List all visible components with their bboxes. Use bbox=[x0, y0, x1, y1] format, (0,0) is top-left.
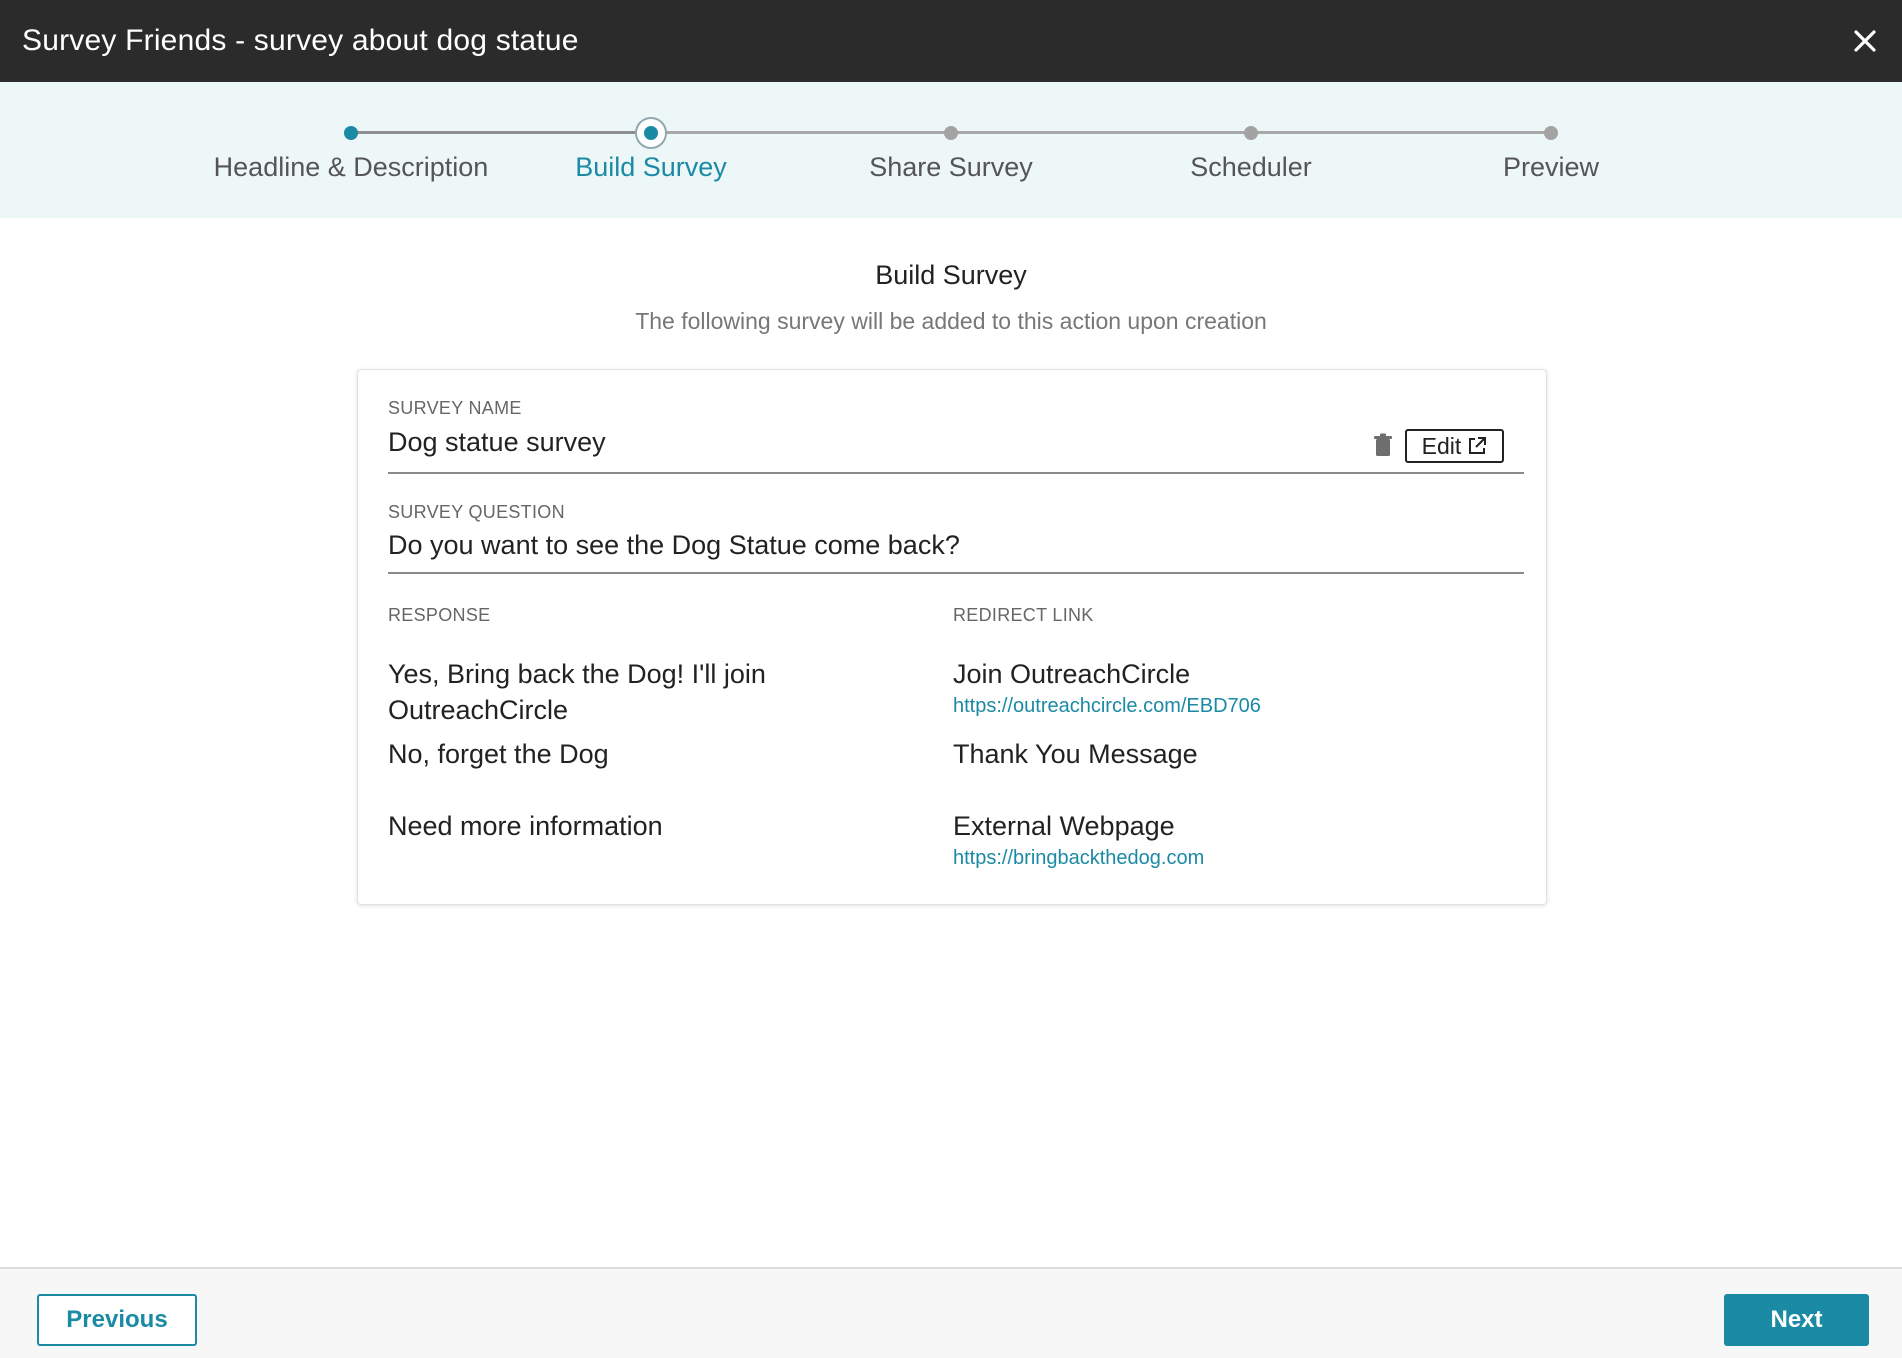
step-dot-completed bbox=[344, 126, 358, 140]
edit-survey-button[interactable]: Edit bbox=[1405, 429, 1504, 463]
survey-question-underline bbox=[388, 572, 1524, 574]
survey-name-label: SURVEY NAME bbox=[388, 398, 522, 418]
close-icon[interactable] bbox=[1846, 22, 1884, 60]
page-title: Build Survey bbox=[875, 260, 1027, 290]
redirect-url-link[interactable]: https://bringbackthedog.com bbox=[953, 847, 1204, 870]
window-title: Survey Friends - survey about dog statue bbox=[22, 24, 579, 57]
survey-name-underline bbox=[388, 472, 1524, 474]
survey-question-label: SURVEY QUESTION bbox=[388, 502, 565, 522]
survey-name-value: Dog statue survey bbox=[388, 427, 606, 457]
step-headline-description[interactable]: Headline & Description bbox=[201, 82, 501, 218]
response-text: No, forget the Dog bbox=[388, 739, 609, 769]
step-share-survey[interactable]: Share Survey bbox=[801, 82, 1101, 218]
survey-question-value: Do you want to see the Dog Statue come b… bbox=[388, 530, 960, 560]
external-link-icon bbox=[1469, 437, 1487, 454]
edit-button-label: Edit bbox=[1421, 432, 1462, 459]
redirect-type: Join OutreachCircle bbox=[953, 659, 1191, 689]
step-build-survey[interactable]: Build Survey bbox=[501, 82, 801, 218]
step-label: Preview bbox=[1502, 152, 1600, 182]
step-preview[interactable]: Preview bbox=[1401, 82, 1701, 218]
redirect-type: External Webpage bbox=[953, 811, 1175, 841]
step-dot bbox=[944, 126, 958, 140]
survey-card: SURVEY NAME Dog statue survey Edit SURVE… bbox=[357, 369, 1547, 905]
redirect-type: Thank You Message bbox=[953, 739, 1198, 769]
response-column-header: RESPONSE bbox=[388, 605, 491, 625]
page-subtitle: The following survey will be added to th… bbox=[635, 308, 1267, 334]
redirect-url-link[interactable]: https://outreachcircle.com/EBD706 bbox=[953, 695, 1261, 718]
step-label: Scheduler bbox=[1190, 152, 1312, 182]
step-dot bbox=[1544, 126, 1558, 140]
title-bar: Survey Friends - survey about dog statue bbox=[0, 0, 1902, 82]
step-label: Headline & Description bbox=[213, 152, 489, 182]
response-text: Need more information bbox=[388, 811, 663, 841]
progress-stepper: Headline & Description Build Survey Shar… bbox=[0, 82, 1902, 218]
step-label: Share Survey bbox=[869, 152, 1033, 182]
trash-icon[interactable] bbox=[1372, 433, 1394, 457]
step-dot bbox=[1244, 126, 1258, 140]
step-label: Build Survey bbox=[575, 152, 727, 182]
previous-button[interactable]: Previous bbox=[37, 1294, 197, 1346]
step-scheduler[interactable]: Scheduler bbox=[1101, 82, 1401, 218]
next-button[interactable]: Next bbox=[1724, 1294, 1869, 1346]
response-text: Yes, Bring back the Dog! I'll join Outre… bbox=[388, 659, 766, 725]
step-dot-current bbox=[635, 117, 667, 149]
footer-bar: Previous Next bbox=[0, 1267, 1902, 1358]
redirect-column-header: REDIRECT LINK bbox=[953, 605, 1094, 625]
